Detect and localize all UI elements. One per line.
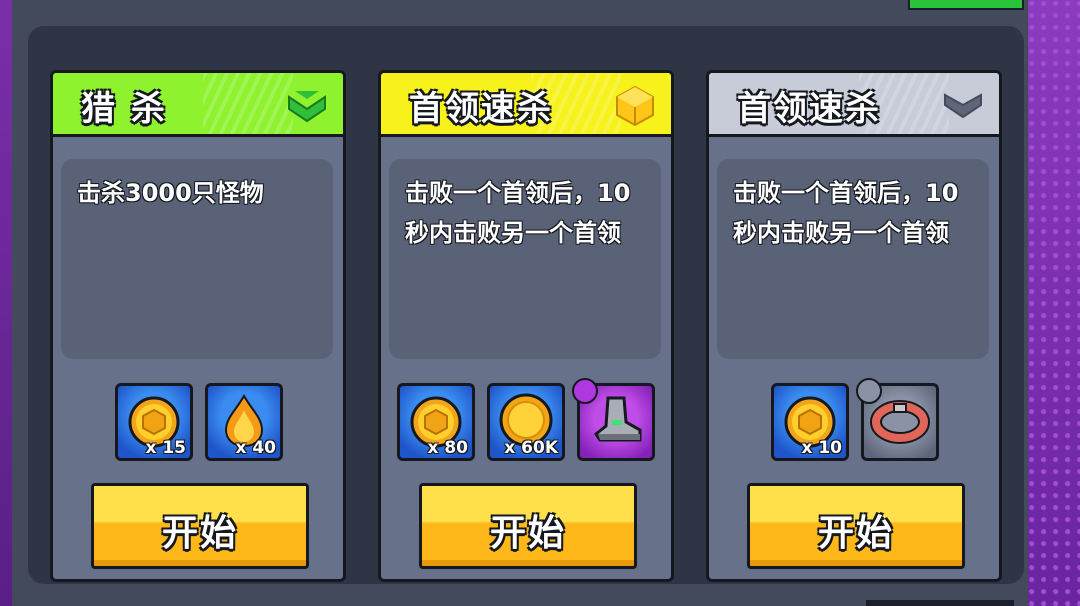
background-right-edge [1028,0,1080,606]
card-title: 首领速杀 [409,89,553,129]
card-header: 首领速杀 [381,73,671,137]
red-belt-icon [870,400,930,444]
challenge-card-boss-rush: 首领速杀 击败一个首领后，10秒内击败另一个首领 x 80 x 60K 开始 [378,70,674,582]
reward-item[interactable]: x 60K [487,383,565,461]
start-button[interactable]: 开始 [419,483,637,569]
description-box: 击败一个首领后，10秒内击败另一个首领 [389,159,661,359]
description-box: 击败一个首领后，10秒内击败另一个首领 [717,159,989,359]
card-title: 猎 杀 [81,89,167,129]
bottom-dark-tab [866,600,1014,606]
card-header: 猎 杀 [53,73,343,137]
description-text: 击败一个首领后，10秒内击败另一个首领 [733,179,959,247]
reward-item[interactable] [572,378,655,461]
reward-quantity: x 80 [427,438,468,458]
reward-quantity: x 40 [235,438,276,458]
description-text: 击败一个首领后，10秒内击败另一个首领 [405,179,631,247]
challenge-panel: 猎 杀 击杀3000只怪物 x 15 x 40 开始 首领速杀 击败一个首领后，… [28,26,1024,584]
gray-chevron-icon [944,93,982,119]
reward-list: x 10 [709,378,999,467]
start-button[interactable]: 开始 [747,483,965,569]
card-header: 首领速杀 [709,73,999,137]
reward-list: x 80 x 60K [381,378,671,467]
reward-item[interactable]: x 10 [771,383,849,461]
challenge-card-hunt: 猎 杀 击杀3000只怪物 x 15 x 40 开始 [50,70,346,582]
reward-quantity: x 10 [801,438,842,458]
reward-item[interactable] [856,378,939,461]
background-left-edge [0,0,12,606]
description-text: 击杀3000只怪物 [77,179,264,207]
reward-item[interactable]: x 40 [205,383,283,461]
gold-cube-icon [616,85,654,127]
description-box: 击杀3000只怪物 [61,159,333,359]
top-green-tab [908,0,1024,10]
start-button[interactable]: 开始 [91,483,309,569]
reward-quantity: x 60K [504,438,558,458]
green-chevron-icon [288,91,326,123]
reward-item[interactable]: x 80 [397,383,475,461]
challenge-card-boss-rush-locked: 首领速杀 击败一个首领后，10秒内击败另一个首领 x 10 开始 [706,70,1002,582]
card-title: 首领速杀 [737,89,881,129]
reward-item[interactable]: x 15 [115,383,193,461]
boot-icon [593,396,642,442]
reward-list: x 15 x 40 [53,383,343,467]
reward-quantity: x 15 [145,438,186,458]
